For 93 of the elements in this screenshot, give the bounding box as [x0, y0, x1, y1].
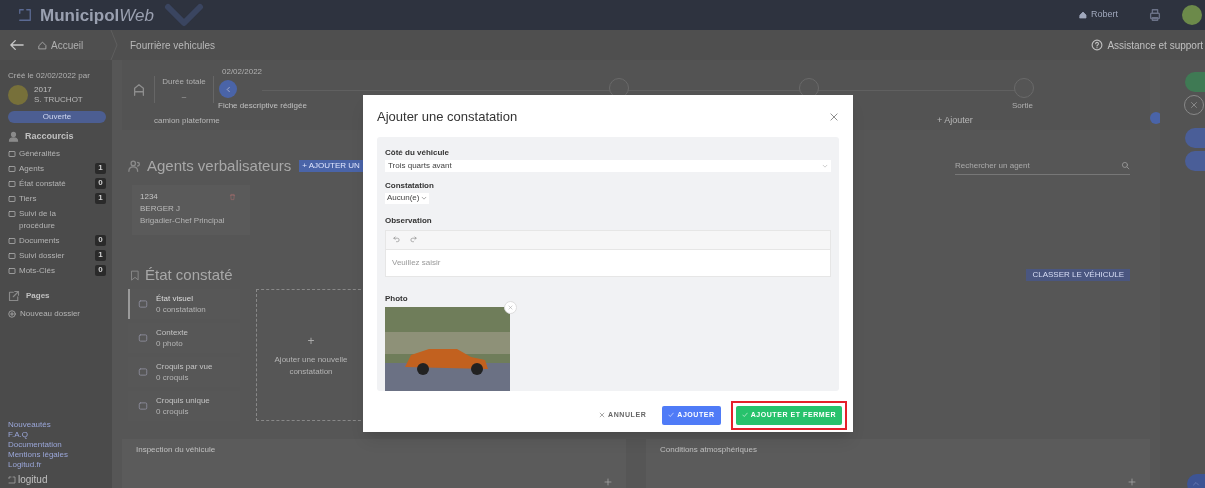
- section-title: Agents verbalisateurs: [147, 155, 292, 176]
- step-date: 02/02/2022: [222, 66, 263, 78]
- home-icon: [38, 40, 47, 50]
- brand-logo: logitud: [18, 473, 48, 487]
- finding-select[interactable]: Aucun(e): [385, 192, 430, 204]
- agent-rank: Brigadier-Chef Principal: [140, 215, 225, 227]
- chevron-down-icon: [822, 162, 828, 169]
- category-icon: [138, 299, 148, 309]
- field-label: Photo: [385, 292, 409, 305]
- footer-link[interactable]: Mentions légales: [8, 450, 69, 460]
- field-label: Observation: [385, 214, 433, 227]
- modal-title: Ajouter une constatation: [377, 108, 518, 126]
- page-title: Fourrière vehicules: [130, 38, 216, 53]
- category-icon: [138, 333, 148, 343]
- help-icon: [1091, 39, 1104, 51]
- close-icon[interactable]: [829, 111, 839, 122]
- count-badge: 1: [95, 192, 106, 204]
- redo-icon[interactable]: [409, 236, 418, 243]
- check-icon: [741, 412, 748, 418]
- remove-photo-button[interactable]: [504, 300, 517, 314]
- footer-link[interactable]: Nouveautés: [8, 420, 51, 430]
- plus-icon[interactable]: [1128, 478, 1136, 486]
- created-note: Créé le 02/02/2022 par: [8, 70, 91, 82]
- count-badge: 0: [95, 264, 106, 276]
- app-logo: MunicipolWeb: [40, 6, 154, 24]
- plus-circle-icon: [8, 309, 16, 318]
- shortcut-item[interactable]: Documents 0: [8, 234, 106, 247]
- plus-icon[interactable]: [604, 478, 612, 486]
- chevron-logo-icon: [164, 3, 204, 27]
- field-label: Côté du véhicule: [385, 146, 450, 159]
- category-icon: [138, 401, 148, 411]
- panel-title: Inspection du véhicule: [136, 445, 217, 455]
- user-name: S. TRUCHOT: [34, 95, 83, 105]
- back-arrow-icon[interactable]: [10, 39, 24, 51]
- help-link[interactable]: Assistance et support: [1091, 37, 1203, 53]
- footer-link[interactable]: Logitud.fr: [8, 460, 42, 470]
- count-badge: 1: [95, 162, 106, 174]
- field-label: Constatation: [385, 179, 435, 192]
- user-avatar: [8, 85, 28, 105]
- duration-value: –: [181, 91, 187, 103]
- shortcut-item[interactable]: Suivi de la procédure: [8, 207, 106, 232]
- chevron-left-icon: [224, 85, 232, 93]
- search-icon: [1121, 161, 1130, 170]
- duration-label: Durée totale: [162, 76, 206, 88]
- agent-id: 1234: [140, 191, 158, 203]
- step-label: Fiche descriptive rédigée: [218, 100, 307, 112]
- search-field[interactable]: Rechercher un agent: [955, 157, 1130, 175]
- vehicle-side-select[interactable]: Trois quarts avant: [385, 159, 831, 172]
- bookmark-icon: [130, 268, 140, 282]
- status-pill: Ouverte: [8, 111, 106, 123]
- classify-button[interactable]: CLASSER LE VÉHICULE: [1026, 269, 1130, 281]
- count-badge: 0: [95, 234, 106, 246]
- user-avatar[interactable]: [1182, 5, 1202, 25]
- panel-title: Conditions atmosphériques: [660, 445, 758, 455]
- chevron-right-icon: [110, 30, 118, 60]
- category-icon: [138, 367, 148, 377]
- pages-title: Pages: [26, 289, 50, 302]
- shortcut-item[interactable]: Mots-Clés 0: [8, 264, 106, 277]
- scroll-top-button[interactable]: [1187, 474, 1205, 488]
- add-agent-button[interactable]: + AJOUTER UN: [299, 160, 363, 172]
- chevron-up-icon: [1192, 480, 1200, 488]
- footer-link[interactable]: Documentation: [8, 440, 62, 450]
- user-link[interactable]: Robert: [1079, 8, 1118, 22]
- count-badge: 1: [95, 249, 106, 261]
- section-title: État constaté: [145, 264, 233, 285]
- logo-icon: [18, 8, 32, 22]
- printer-icon[interactable]: [1148, 8, 1162, 22]
- new-folder-link[interactable]: Nouveau dossier: [8, 307, 106, 320]
- close-icon: [508, 304, 513, 310]
- shortcut-item[interactable]: Tiers 1: [8, 192, 106, 205]
- trash-icon[interactable]: [229, 193, 236, 201]
- agent-name: BERGER J: [140, 203, 180, 215]
- user-id: 2017: [34, 85, 53, 95]
- people-icon: [8, 131, 19, 143]
- vehicle-type: camion plateforme: [154, 115, 220, 127]
- shortcut-item[interactable]: Suivi dossier 1: [8, 249, 106, 262]
- logitud-logo-icon: [8, 475, 16, 484]
- shortcut-item[interactable]: Agents 1: [8, 162, 106, 175]
- shortcut-item[interactable]: État constaté 0: [8, 177, 106, 190]
- chevron-down-icon: [421, 195, 428, 201]
- people-icon: [128, 159, 142, 173]
- external-link-icon: [8, 289, 20, 302]
- shortcuts-title: Raccourcis: [25, 130, 74, 143]
- close-icon: [1190, 101, 1198, 109]
- check-icon: [668, 412, 675, 418]
- add-link[interactable]: + Ajouter: [937, 114, 973, 128]
- home-icon: [1079, 11, 1087, 19]
- shortcut-item[interactable]: Généralités: [8, 147, 106, 160]
- footer-link[interactable]: F.A.Q: [8, 430, 28, 440]
- home-link[interactable]: Accueil: [38, 37, 110, 53]
- close-icon: [599, 412, 606, 418]
- undo-icon[interactable]: [392, 236, 401, 243]
- count-badge: 0: [95, 177, 106, 189]
